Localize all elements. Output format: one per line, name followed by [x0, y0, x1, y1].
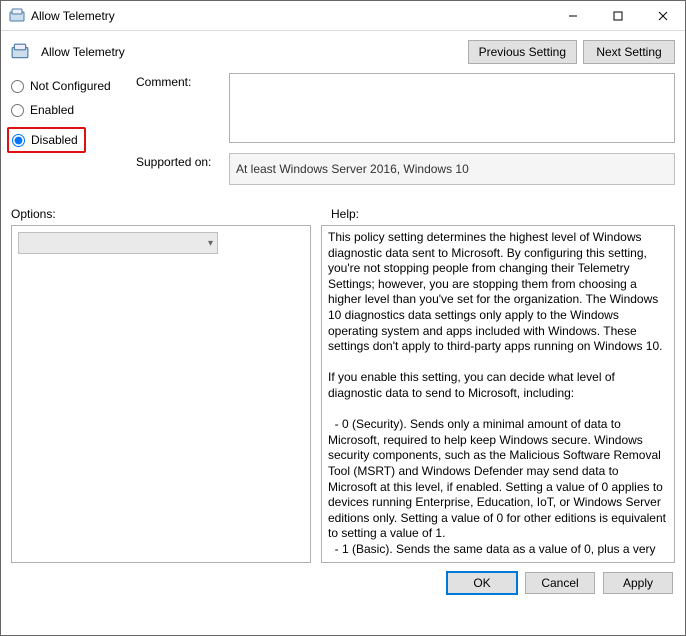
app-icon — [9, 8, 25, 24]
supported-on-field: At least Windows Server 2016, Windows 10 — [229, 153, 675, 185]
state-radio-group: Not Configured Enabled Disabled — [11, 73, 126, 185]
policy-title: Allow Telemetry — [41, 45, 462, 59]
titlebar: Allow Telemetry — [1, 1, 685, 31]
radio-not-configured-label: Not Configured — [30, 79, 111, 93]
supported-on-text: At least Windows Server 2016, Windows 10 — [236, 162, 469, 176]
radio-disabled-highlight: Disabled — [7, 127, 86, 153]
maximize-button[interactable] — [595, 1, 640, 30]
comment-field[interactable] — [229, 73, 675, 143]
radio-disabled-label: Disabled — [31, 133, 78, 147]
comment-label: Comment: — [136, 73, 221, 143]
radio-not-configured-input[interactable] — [11, 80, 24, 93]
previous-setting-button[interactable]: Previous Setting — [468, 40, 577, 64]
close-button[interactable] — [640, 1, 685, 30]
window-title: Allow Telemetry — [31, 9, 550, 23]
supported-label: Supported on: — [136, 153, 221, 185]
options-dropdown[interactable]: ▾ — [18, 232, 218, 254]
radio-not-configured[interactable]: Not Configured — [11, 79, 126, 93]
options-panel: ▾ — [11, 225, 311, 563]
next-setting-button[interactable]: Next Setting — [583, 40, 675, 64]
chevron-down-icon: ▾ — [208, 238, 213, 249]
radio-enabled-input[interactable] — [11, 104, 24, 117]
radio-enabled[interactable]: Enabled — [11, 103, 126, 117]
minimize-button[interactable] — [550, 1, 595, 30]
subheader: Allow Telemetry Previous Setting Next Se… — [1, 31, 685, 73]
radio-disabled-input[interactable] — [12, 134, 25, 147]
apply-button[interactable]: Apply — [603, 572, 673, 594]
radio-disabled[interactable]: Disabled — [12, 133, 78, 147]
help-label: Help: — [331, 207, 359, 221]
radio-enabled-label: Enabled — [30, 103, 74, 117]
help-panel[interactable]: This policy setting determines the highe… — [321, 225, 675, 563]
policy-icon — [11, 43, 29, 61]
ok-button[interactable]: OK — [447, 572, 517, 594]
options-label: Options: — [11, 207, 331, 221]
footer: OK Cancel Apply — [1, 563, 685, 603]
cancel-button[interactable]: Cancel — [525, 572, 595, 594]
